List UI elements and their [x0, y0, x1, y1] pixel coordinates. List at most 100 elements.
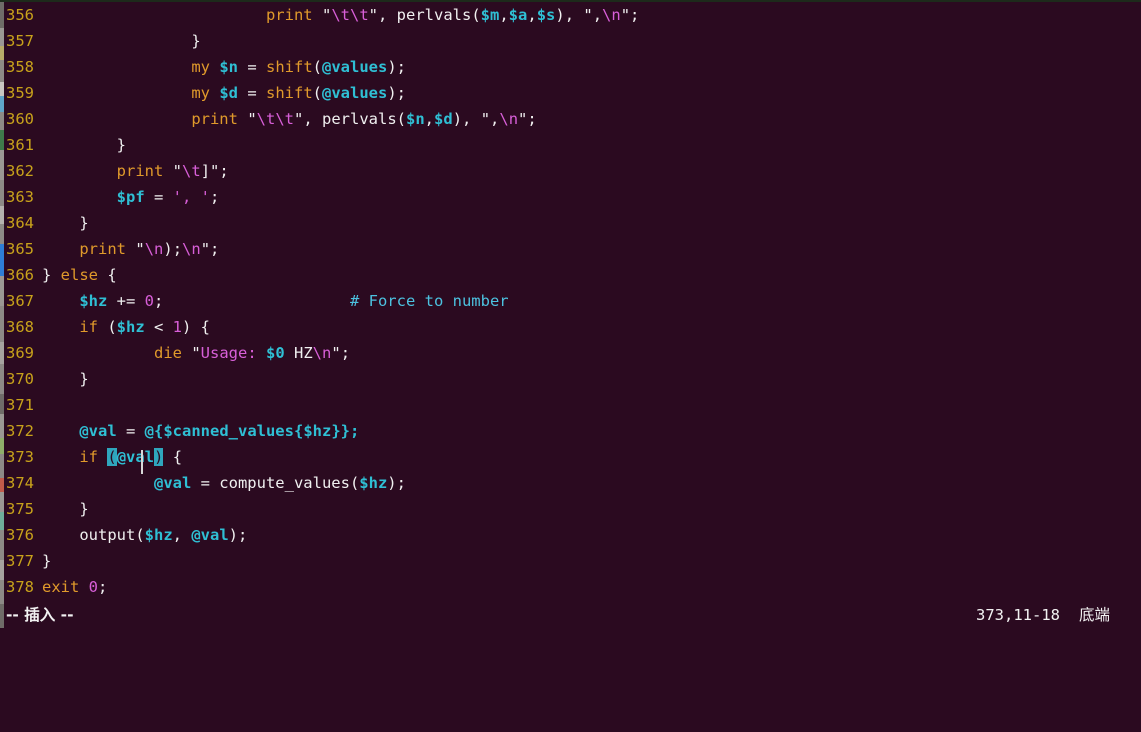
code-line[interactable]: 372 @val = @{$canned_values{$hz}}; [4, 418, 1141, 444]
code-line-content[interactable]: @val = @{$canned_values{$hz}}; [42, 422, 359, 440]
code-token: ; [209, 188, 220, 206]
line-number: 371 [6, 396, 34, 414]
code-token: $pf [116, 188, 145, 206]
code-token: ( [312, 58, 323, 76]
code-line[interactable]: 377} [4, 548, 1141, 574]
code-line-content[interactable]: } [42, 136, 126, 154]
code-line-content[interactable]: print "\t]"; [42, 162, 229, 180]
code-token: shift [266, 84, 313, 102]
code-token: ); [387, 84, 407, 102]
code-token: if [79, 318, 98, 336]
line-number: 368 [6, 318, 34, 336]
background-window-sliver [0, 0, 4, 628]
code-line[interactable]: 359 my $d = shift(@values); [4, 80, 1141, 106]
code-line[interactable]: 366} else { [4, 262, 1141, 288]
code-line[interactable]: 360 print "\t\t", perlvals($n,$d), ",\n"… [4, 106, 1141, 132]
line-number: 362 [6, 162, 34, 180]
code-line-content[interactable]: print "\n);\n"; [42, 240, 219, 258]
code-token: ; [210, 240, 220, 258]
line-number: 356 [6, 6, 34, 24]
code-token: 1 [172, 318, 183, 336]
code-line[interactable]: 362 print "\t]"; [4, 158, 1141, 184]
code-line[interactable]: 368 if ($hz < 1) { [4, 314, 1141, 340]
code-line-content[interactable]: @val = compute_values($hz); [42, 474, 406, 492]
code-token: { [98, 266, 117, 284]
code-line-content[interactable]: my $d = shift(@values); [42, 84, 406, 102]
code-line-content[interactable]: } else { [42, 266, 117, 284]
code-token: $hz [359, 474, 388, 492]
code-line[interactable]: 356 print "\t\t", perlvals($m,$a,$s), ",… [4, 2, 1141, 28]
line-number: 357 [6, 32, 34, 50]
code-line[interactable]: 374 @val = compute_values($hz); [4, 470, 1141, 496]
code-line-content[interactable]: $pf = ', '; [42, 188, 220, 206]
code-line-content[interactable]: } [42, 370, 88, 388]
code-line-content[interactable]: exit 0; [42, 578, 107, 596]
code-editor-buffer[interactable]: 356 print "\t\t", perlvals($m,$a,$s), ",… [4, 2, 1141, 600]
code-line[interactable]: 363 $pf = ', '; [4, 184, 1141, 210]
code-token: ( [98, 318, 117, 336]
code-line[interactable]: 361 } [4, 132, 1141, 158]
code-line[interactable]: 371 [4, 392, 1141, 418]
code-token: exit [42, 578, 80, 596]
code-line[interactable]: 364 } [4, 210, 1141, 236]
code-line[interactable]: 378 exit 0; [4, 574, 1141, 600]
code-token: ); [163, 240, 183, 258]
code-line-content[interactable]: print "\t\t", perlvals($n,$d), ",\n"; [42, 110, 536, 128]
code-token: " [620, 6, 631, 24]
code-line[interactable]: 373 if (@val) { [4, 444, 1141, 470]
code-token: ) [154, 448, 164, 466]
code-token: = compute_values( [191, 474, 360, 492]
code-line-content[interactable]: } [42, 500, 88, 518]
code-line-content[interactable]: print "\t\t", perlvals($m,$a,$s), ",\n"; [42, 6, 639, 24]
code-line-content[interactable]: output($hz, @val); [42, 526, 247, 544]
line-number: 361 [6, 136, 34, 154]
code-line-content[interactable]: } [42, 32, 200, 50]
code-token: \t [182, 162, 201, 180]
terminal-window: 356 print "\t\t", perlvals($m,$a,$s), ",… [0, 0, 1141, 628]
code-line[interactable]: 376 output($hz, @val); [4, 522, 1141, 548]
code-line[interactable]: 357 } [4, 28, 1141, 54]
code-token: ; [154, 292, 350, 310]
code-line-content[interactable]: die "Usage: $0 HZ\n"; [42, 344, 350, 362]
code-token: \n [182, 240, 201, 258]
code-line[interactable]: 370 } [4, 366, 1141, 392]
code-token: ), [555, 6, 584, 24]
code-token: ) { [182, 318, 211, 336]
code-line-content[interactable]: my $n = shift(@values); [42, 58, 406, 76]
code-line-content[interactable]: if (@val) { [42, 448, 182, 466]
code-line[interactable]: 365 print "\n);\n"; [4, 236, 1141, 262]
code-token: " [368, 6, 378, 24]
code-line-content[interactable]: if ($hz < 1) { [42, 318, 210, 336]
code-line[interactable]: 367 $hz += 0; # Force to number [4, 288, 1141, 314]
code-token: ); [387, 474, 406, 492]
line-number: 363 [6, 188, 34, 206]
code-token: } [42, 266, 61, 284]
code-line-content[interactable]: } [42, 552, 51, 570]
code-line[interactable]: 358 my $n = shift(@values); [4, 54, 1141, 80]
code-token: }}; [331, 422, 360, 440]
code-token: print [116, 162, 164, 180]
code-token: ); [228, 526, 248, 544]
code-token: ', ' [172, 188, 210, 206]
code-token: ; [630, 6, 640, 24]
code-token: $hz [79, 292, 108, 310]
code-line[interactable]: 375 } [4, 496, 1141, 522]
code-token: @{ [144, 422, 164, 440]
code-token: , perlvals( [303, 110, 406, 128]
code-line-content[interactable]: $hz += 0; # Force to number [42, 292, 508, 310]
code-token: } [42, 552, 52, 570]
code-token: " [294, 110, 304, 128]
code-line-content[interactable]: } [42, 214, 88, 232]
code-line[interactable]: 369 die "Usage: $0 HZ\n"; [4, 340, 1141, 366]
